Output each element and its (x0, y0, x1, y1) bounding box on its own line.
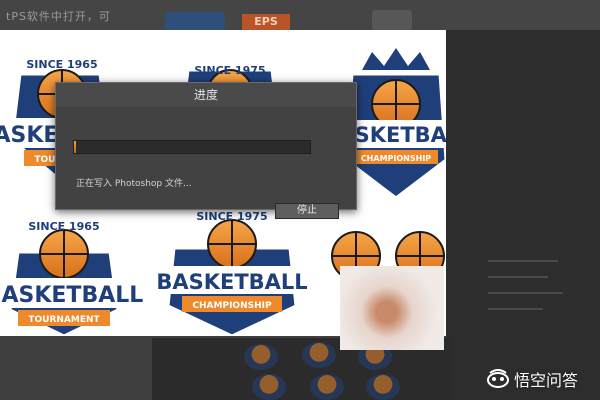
progress-bar (73, 140, 311, 154)
badge-4-top-text: SINCE 1965 (28, 220, 99, 233)
thumbnail-chip (165, 12, 225, 30)
badge-1-top-text: SINCE 1965 (26, 58, 97, 71)
panel-line (488, 292, 563, 294)
wukong-logo-icon (487, 369, 509, 388)
mini-badge-thumbnail (244, 344, 278, 370)
top-options-strip: tPS软件中打开，可 EPS (0, 0, 600, 30)
badge-5-top-text: SINCE 1975 (196, 210, 267, 223)
progress-dialog: 进度 正在写入 Photoshop 文件... 停止 (55, 82, 357, 219)
mini-badge-thumbnail (252, 374, 286, 400)
badge-4-ribbon-text: TOURNAMENT (28, 315, 100, 325)
panel-line (488, 276, 548, 278)
badge-2-top-text: SINCE 1975 (194, 64, 265, 77)
badge-4: SINCE 1965 BASKETBALL TOURNAMENT (0, 220, 143, 336)
dialog-body: 正在写入 Photoshop 文件... 停止 (56, 107, 356, 219)
eps-format-tag: EPS (242, 14, 290, 30)
mini-badge-thumbnail (302, 342, 336, 368)
dialog-title: 进度 (56, 83, 356, 107)
panel-line (488, 308, 543, 310)
mini-badge-thumbnail (366, 374, 400, 400)
top-hint-text: tPS软件中打开，可 (6, 10, 111, 23)
status-text: 正在写入 Photoshop 文件... (76, 179, 192, 189)
watermark-text: 悟空问答 (514, 371, 579, 390)
badge-5-ribbon-text: CHAMPIONSHIP (192, 301, 272, 311)
crown-icon (362, 48, 430, 70)
badge-5-main-text: BASKETBALL (156, 270, 307, 294)
right-dark-panel (446, 30, 600, 400)
thumbnail-chip-right (372, 10, 412, 30)
badge-5: SINCE 1975 BASKETBALL CHAMPIONSHIP (156, 210, 308, 336)
progress-bar-fill (74, 141, 76, 153)
mini-badge-thumbnail (310, 374, 344, 400)
badge-4-main-text: BASKETBALL (0, 283, 143, 308)
panel-line (488, 260, 558, 262)
stop-button[interactable]: 停止 (275, 203, 339, 219)
badge-3-ribbon-text: CHAMPIONSHIP (361, 154, 431, 163)
blurred-image-region (340, 266, 444, 350)
watermark: 悟空问答 (486, 368, 578, 390)
